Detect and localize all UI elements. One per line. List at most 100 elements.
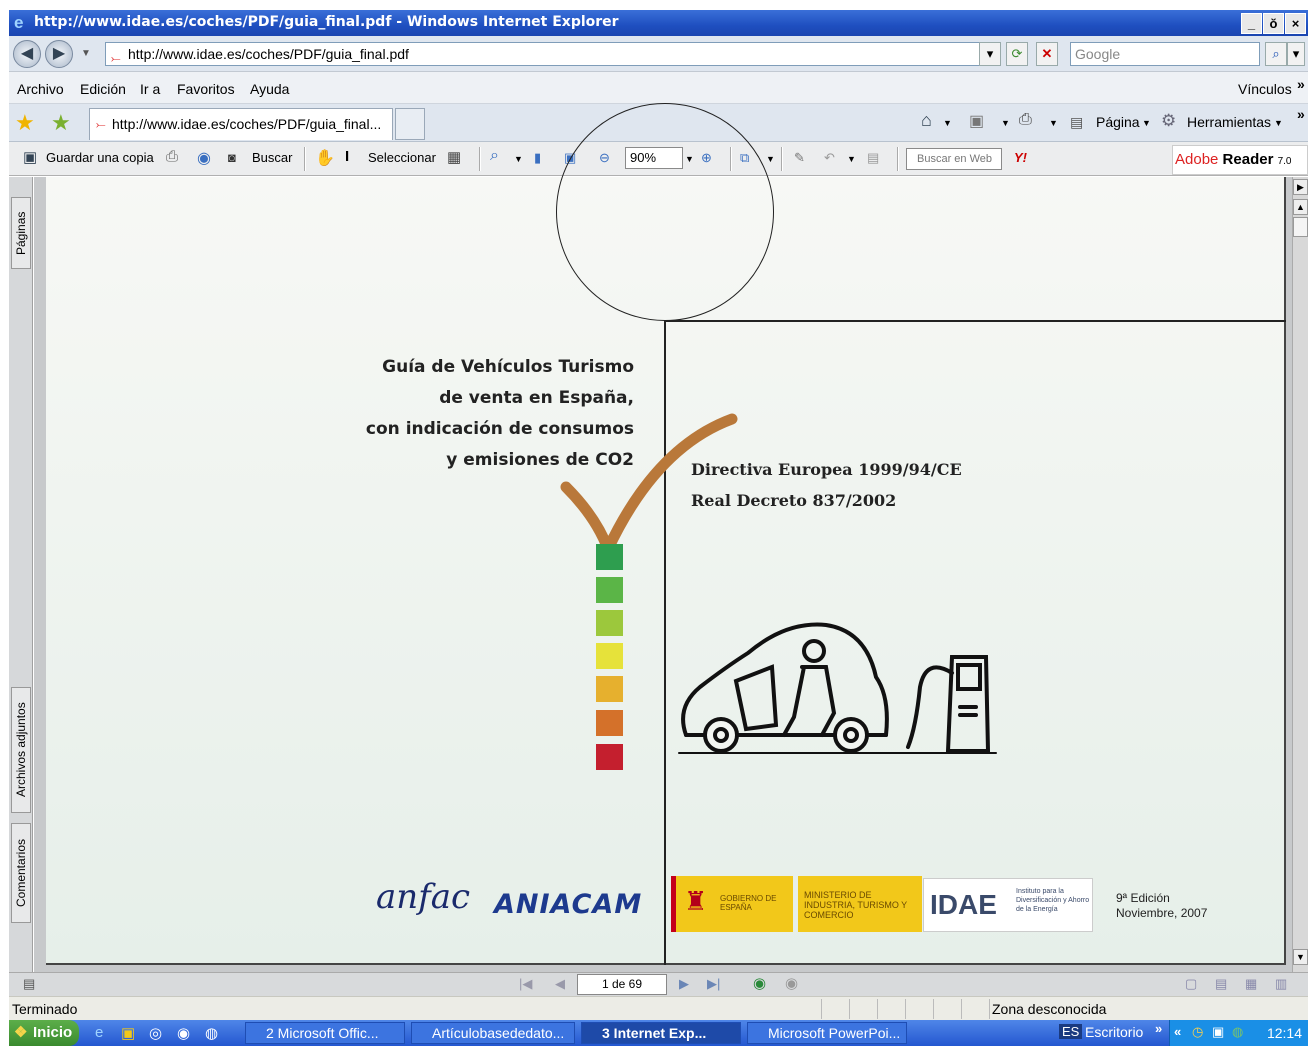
zoom-tool-dropdown-icon[interactable]: ▼ (514, 154, 523, 164)
select-button[interactable]: Seleccionar (368, 150, 436, 165)
web-search-input[interactable]: Buscar en Web (906, 148, 1002, 170)
toolbar-separator (897, 147, 899, 171)
restore-button[interactable]: ŏ (1263, 13, 1284, 34)
add-favorites-icon[interactable]: ★ (51, 110, 71, 136)
continuous-icon[interactable]: ▤ (1215, 976, 1227, 992)
go-back-view-icon[interactable]: ◉ (753, 974, 766, 992)
menu-ayuda[interactable]: Ayuda (250, 81, 289, 97)
next-page-icon[interactable]: ▶ (679, 976, 689, 992)
tray-app-icon[interactable]: ◷ (1192, 1024, 1203, 1040)
status-cell (933, 999, 959, 1019)
print-dropdown-icon[interactable]: ▼ (1049, 118, 1058, 128)
app-quicklaunch-icon[interactable]: ◍ (205, 1024, 218, 1042)
tab-attachments[interactable]: Archivos adjuntos (11, 687, 31, 813)
feeds-icon[interactable]: ▣ (969, 111, 984, 131)
home-icon[interactable]: ⌂ (921, 110, 932, 131)
page-number-field[interactable]: 1 de 69 (577, 974, 667, 995)
actual-size-icon[interactable]: ▮ (534, 150, 541, 166)
task-internet-explorer[interactable]: 3 Internet Exp... (581, 1022, 741, 1044)
rotate-dropdown-icon[interactable]: ▼ (766, 154, 775, 164)
print-icon[interactable]: ⎙ (1019, 111, 1032, 129)
checkmark-icon (560, 413, 738, 555)
search-options-icon[interactable]: ▾ (1287, 42, 1305, 66)
tools-dropdown-icon[interactable]: ▼ (1274, 118, 1283, 128)
tray-app-icon[interactable]: ◍ (1232, 1024, 1243, 1040)
network-icon[interactable]: ▣ (1212, 1024, 1224, 1040)
search-input[interactable]: Google (1070, 42, 1260, 66)
page-dropdown-icon[interactable]: ▼ (1142, 118, 1151, 128)
panel-toggle-icon[interactable]: ▤ (23, 976, 35, 992)
address-dropdown-button[interactable]: ▾ (979, 42, 1001, 66)
undo-dropdown-icon[interactable]: ▼ (847, 154, 856, 164)
vertical-scrollbar[interactable]: ▶ ▲ ▼ (1292, 177, 1308, 972)
history-dropdown-icon[interactable]: ▼ (81, 48, 91, 59)
show-hidden-icons-icon[interactable]: « (1174, 1024, 1181, 1039)
feeds-dropdown-icon[interactable]: ▼ (1001, 118, 1010, 128)
efficiency-scale-bar (596, 643, 623, 669)
page-menu[interactable]: Página (1096, 114, 1140, 130)
menu-favoritos[interactable]: Favoritos (177, 81, 235, 97)
task-office[interactable]: 2 Microsoft Offic... (245, 1022, 405, 1044)
save-icon[interactable]: ▣ (23, 148, 37, 166)
app-quicklaunch-icon[interactable]: ▣ (121, 1024, 135, 1042)
task-powerpoint[interactable]: Microsoft PowerPoi... (747, 1022, 907, 1044)
email-icon[interactable]: ◉ (197, 148, 211, 168)
media-quicklaunch-icon[interactable]: ◉ (177, 1024, 190, 1042)
hand-tool-icon[interactable]: ✋ (315, 148, 335, 168)
desktop-toolbar[interactable]: Escritorio (1085, 1024, 1143, 1040)
tab-comments[interactable]: Comentarios (11, 823, 31, 923)
undo-icon[interactable]: ↶ (824, 150, 835, 166)
tab-pages[interactable]: Páginas (11, 197, 31, 269)
last-page-icon[interactable]: ▶| (707, 976, 720, 992)
continuous-facing-icon[interactable]: ▥ (1275, 976, 1287, 992)
print-icon[interactable]: ⎙ (166, 148, 178, 165)
menu-archivo[interactable]: Archivo (17, 81, 64, 97)
stop-icon[interactable]: ✕ (1036, 42, 1058, 66)
start-button[interactable]: ❖ Inicio (9, 1020, 79, 1046)
zoom-in-tool-icon[interactable]: ⌕ (490, 147, 499, 165)
facing-icon[interactable]: ▦ (1245, 976, 1257, 992)
new-tab-button[interactable] (395, 108, 425, 140)
copy-icon[interactable]: ▤ (867, 150, 879, 166)
refresh-icon[interactable]: ⟳ (1006, 42, 1028, 66)
address-input[interactable]: ⤚ http://www.idae.es/coches/PDF/guia_fin… (105, 42, 981, 66)
sign-icon[interactable]: ✎ (794, 150, 805, 166)
language-indicator[interactable]: ES (1059, 1024, 1083, 1039)
close-window-button[interactable]: × (1285, 13, 1306, 34)
search-icon[interactable]: ⌕ (1265, 42, 1287, 66)
address-url: http://www.idae.es/coches/PDF/guia_final… (128, 46, 409, 62)
app-quicklaunch-icon[interactable]: ◎ (149, 1024, 162, 1042)
links-label[interactable]: Vínculos (1238, 81, 1292, 97)
ie-quicklaunch-icon[interactable]: e (95, 1024, 103, 1041)
scroll-up-icon[interactable]: ▲ (1293, 199, 1308, 215)
go-forward-view-icon[interactable]: ◉ (785, 974, 798, 992)
window-titlebar: e http://www.idae.es/coches/PDF/guia_fin… (9, 10, 1308, 36)
scroll-down-icon[interactable]: ▼ (1293, 949, 1308, 965)
scroll-thumb[interactable] (1293, 217, 1308, 237)
efficiency-scale-bar (596, 710, 623, 736)
back-button[interactable]: ◀ (13, 40, 41, 68)
menu-ir-a[interactable]: Ir a (140, 81, 160, 97)
save-copy-button[interactable]: Guardar una copia (46, 150, 154, 165)
snapshot-icon[interactable]: ▦ (447, 148, 461, 166)
menu-edicion[interactable]: Edición (80, 81, 126, 97)
chevron-right-icon[interactable]: » (1297, 76, 1305, 92)
previous-page-icon[interactable]: ◀ (555, 976, 565, 992)
favorites-star-icon[interactable]: ★ (15, 110, 35, 136)
single-page-icon[interactable]: ▢ (1185, 976, 1197, 992)
chevron-right-icon[interactable]: » (1297, 106, 1305, 122)
yahoo-icon[interactable]: Y! (1014, 150, 1027, 165)
car-and-pump-illustration (678, 622, 997, 754)
task-label: 3 Internet Exp... (602, 1025, 707, 1041)
home-dropdown-icon[interactable]: ▼ (943, 118, 952, 128)
scroll-right-icon[interactable]: ▶ (1293, 179, 1308, 195)
search-placeholder: Google (1075, 46, 1121, 62)
chevron-right-icon[interactable]: » (1155, 1021, 1162, 1036)
task-document[interactable]: Artículobasededato... (411, 1022, 575, 1044)
search-button[interactable]: Buscar (252, 150, 292, 165)
first-page-icon[interactable]: |◀ (519, 976, 532, 992)
tab-current[interactable]: ⤚ http://www.idae.es/coches/PDF/guia_fin… (89, 108, 393, 140)
tools-menu[interactable]: Herramientas (1187, 114, 1271, 130)
minimize-button[interactable]: _ (1241, 13, 1262, 34)
forward-button[interactable]: ▶ (45, 40, 73, 68)
